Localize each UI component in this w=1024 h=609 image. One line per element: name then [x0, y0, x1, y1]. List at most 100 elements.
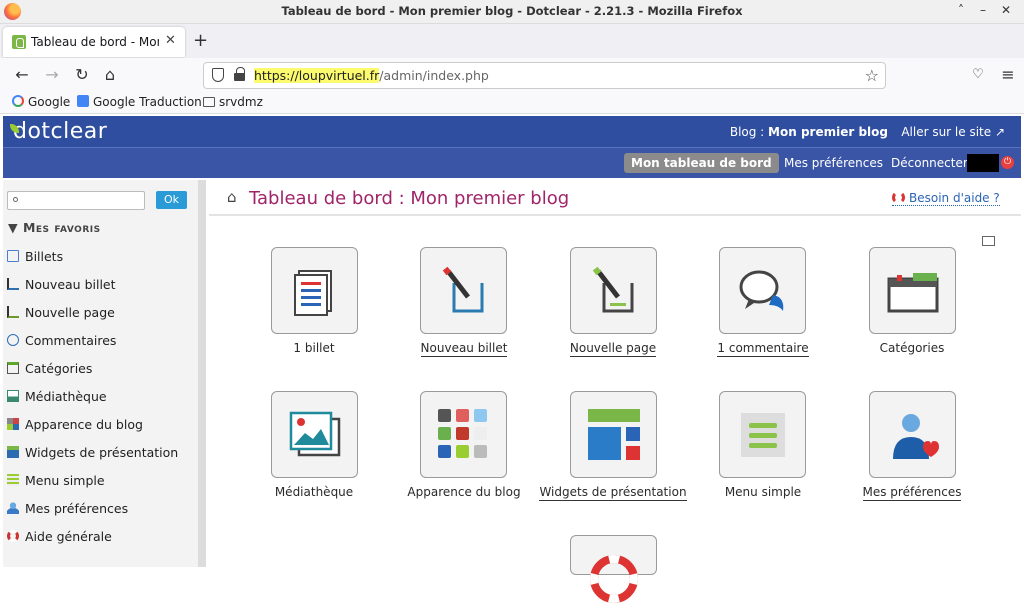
search-ok-button[interactable]: Ok — [156, 191, 187, 209]
window-title: Tableau de bord - Mon premier blog - Dot… — [281, 4, 743, 18]
appearance-icon — [438, 409, 487, 458]
user-prefs-icon — [893, 414, 939, 459]
dotclear-user-bar: Mon tableau de bord Mes préférences Déco… — [3, 147, 1021, 178]
tile-label-text: Médiathèque — [274, 485, 354, 499]
tile-categories[interactable] — [869, 247, 956, 334]
sidebar-item-preferences[interactable]: Mes préférences — [7, 501, 128, 516]
sidebar-item-simple-menu[interactable]: Menu simple — [7, 473, 105, 488]
categories-icon — [887, 273, 939, 313]
tile-media[interactable] — [271, 391, 358, 478]
new-post-icon — [442, 266, 484, 313]
tile-widgets-label[interactable]: Widgets de présentation — [538, 485, 688, 501]
window-restore-button[interactable]: – — [975, 3, 991, 17]
tile-new-post-label[interactable]: Nouveau billet — [389, 341, 539, 357]
search-icon — [13, 197, 18, 202]
window-close-button[interactable]: ✕ — [998, 3, 1014, 17]
lifebuoy-icon — [7, 530, 19, 542]
bookmark-folder-srvdmz[interactable]: srvdmz — [203, 95, 263, 109]
new-tab-icon[interactable]: + — [193, 30, 208, 51]
tile-categories-label[interactable]: Catégories — [837, 341, 987, 355]
sidebar-item-media[interactable]: Médiathèque — [7, 389, 107, 404]
url-text[interactable]: https://loupvirtuel.fr/admin/index.php — [254, 68, 489, 83]
tile-label-text: Widgets de présentation — [539, 485, 687, 501]
url-path: /admin/index.php — [379, 68, 489, 83]
sidebar-item-widgets[interactable]: Widgets de présentation — [7, 445, 178, 460]
current-blog: Blog : Mon premier blog — [730, 125, 888, 139]
tile-appearance[interactable] — [420, 391, 507, 478]
sidebar-item-new-post[interactable]: Nouveau billet — [7, 277, 116, 292]
my-preferences-link[interactable]: Mes préférences — [784, 156, 883, 170]
pocket-icon[interactable]: ♡ — [968, 67, 988, 82]
tile-new-page[interactable] — [570, 247, 657, 334]
forward-arrow-icon[interactable]: → — [42, 65, 62, 84]
lock-icon[interactable] — [234, 67, 245, 81]
reload-icon[interactable]: ↻ — [72, 65, 92, 84]
comments-icon — [739, 270, 784, 311]
bookmark-label: Google — [28, 95, 71, 109]
blog-name: Mon premier blog — [768, 125, 888, 139]
widgets-icon — [588, 409, 640, 460]
tile-label-text: Menu simple — [724, 485, 802, 499]
tab-close-icon[interactable]: ✕ — [165, 33, 176, 48]
dotclear-favicon-icon — [12, 35, 26, 49]
tile-media-label[interactable]: Médiathèque — [239, 485, 389, 499]
tile-new-post[interactable] — [420, 247, 507, 334]
sidebar-item-categories[interactable]: Catégories — [7, 361, 92, 376]
favorites-title[interactable]: ▼ Mes favoris — [8, 220, 101, 235]
back-arrow-icon[interactable]: ← — [12, 65, 32, 84]
user-prefs-icon — [7, 502, 19, 514]
sidebar: Ok ▼ Mes favoris Billets Nouveau billet … — [3, 180, 198, 567]
tile-widgets[interactable] — [570, 391, 657, 478]
my-dashboard-link[interactable]: Mon tableau de bord — [624, 153, 779, 173]
folder-icon — [203, 97, 215, 107]
logo-text: dotclear — [13, 119, 108, 144]
sidebar-item-label: Mes préférences — [25, 501, 129, 516]
bookmark-google[interactable]: Google — [12, 95, 70, 109]
tile-posts[interactable] — [271, 247, 358, 334]
sidebar-item-comments[interactable]: Commentaires — [7, 333, 116, 348]
tile-label-text: 1 billet — [293, 341, 335, 355]
logout-link[interactable]: Déconnecter — [891, 156, 968, 170]
tile-new-page-label[interactable]: Nouvelle page — [538, 341, 688, 357]
menu-icon — [7, 474, 19, 486]
google-translate-icon — [77, 95, 89, 107]
tracking-shield-icon[interactable] — [212, 68, 224, 82]
url-bar[interactable]: https://loupvirtuel.fr/admin/index.php ☆ — [203, 62, 886, 89]
tile-comments[interactable] — [719, 247, 806, 334]
bookmark-label: Google Traduction — [93, 95, 202, 109]
user-name-redacted — [967, 154, 999, 172]
tile-comments-label[interactable]: 1 commentaire — [688, 341, 838, 357]
tile-appearance-label[interactable]: Apparence du blog — [389, 485, 539, 499]
power-icon[interactable]: ⏻ — [1001, 156, 1014, 169]
sidebar-item-label: Médiathèque — [25, 389, 107, 404]
home-icon[interactable]: ⌂ — [100, 65, 120, 84]
tile-simple-menu[interactable] — [719, 391, 806, 478]
browser-tab[interactable]: Tableau de bord - Mon premier blog ✕ — [3, 27, 185, 57]
menu-hamburger-icon[interactable]: ≡ — [998, 65, 1018, 84]
dotclear-logo[interactable]: dotclear — [10, 119, 108, 144]
customize-dashboard-icon[interactable] — [982, 236, 995, 246]
goto-site-link[interactable]: Aller sur le site ↗ — [901, 125, 1005, 139]
posts-icon — [7, 250, 19, 262]
new-post-icon — [7, 278, 19, 290]
bookmark-star-icon[interactable]: ☆ — [865, 66, 879, 85]
tile-preferences-label[interactable]: Mes préférences — [837, 485, 987, 501]
menu-search-input[interactable] — [7, 191, 145, 210]
window-minimize-button[interactable]: ˄ — [953, 3, 969, 17]
sidebar-scrollbar[interactable] — [198, 180, 206, 567]
tile-preferences[interactable] — [869, 391, 956, 478]
sidebar-item-posts[interactable]: Billets — [7, 249, 63, 264]
help-link[interactable]: Besoin d'aide ? — [892, 191, 1000, 206]
sidebar-item-label: Menu simple — [25, 473, 105, 488]
sidebar-item-help[interactable]: Aide générale — [7, 529, 112, 544]
tab-title: Tableau de bord - Mon premier blog — [31, 35, 159, 49]
lifebuoy-icon — [892, 191, 905, 204]
tile-simple-menu-label[interactable]: Menu simple — [688, 485, 838, 499]
sidebar-item-label: Nouvelle page — [25, 305, 115, 320]
sidebar-item-appearance[interactable]: Apparence du blog — [7, 417, 143, 432]
tile-help[interactable] — [570, 535, 657, 603]
tile-posts-label[interactable]: 1 billet — [239, 341, 389, 355]
sidebar-item-new-page[interactable]: Nouvelle page — [7, 305, 115, 320]
google-icon — [12, 95, 24, 107]
bookmark-google-translate[interactable]: Google Traduction — [77, 95, 202, 109]
